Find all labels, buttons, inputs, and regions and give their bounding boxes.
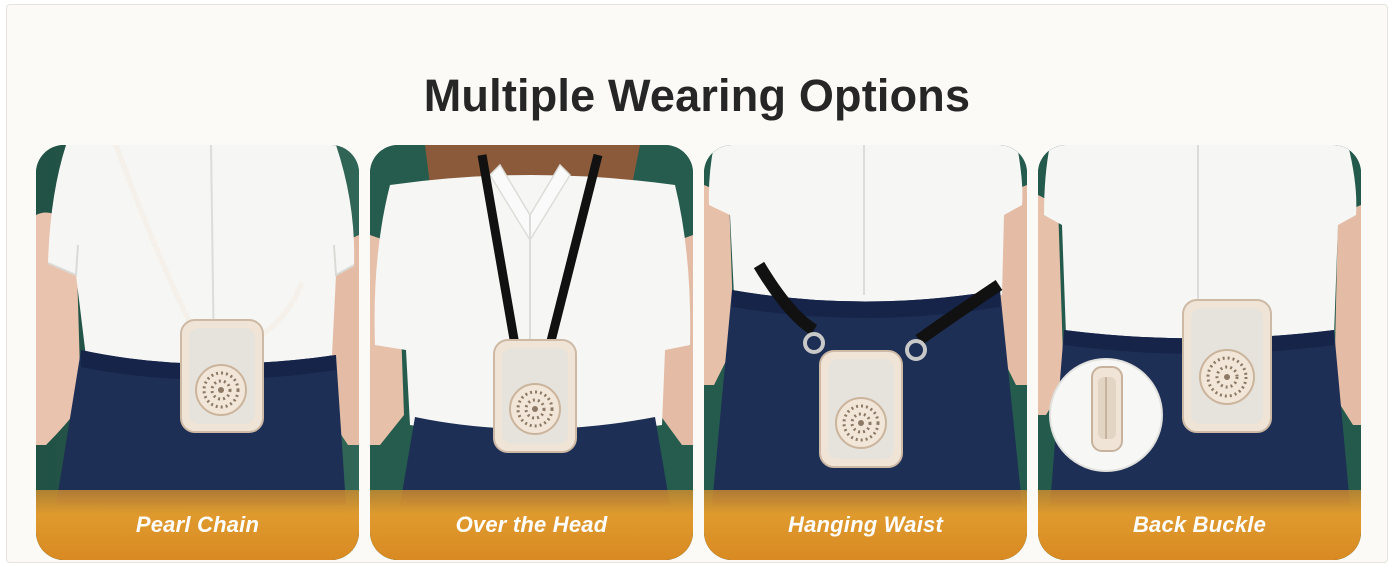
option-label: Pearl Chain bbox=[135, 512, 260, 537]
option-caption: Over the Head bbox=[370, 490, 693, 560]
option-label: Hanging Waist bbox=[788, 512, 943, 537]
option-label: Over the Head bbox=[455, 512, 608, 537]
option-caption: Pearl Chain bbox=[36, 490, 359, 560]
wearing-options: Pearl Chain Over the Head Hanging Waist … bbox=[0, 0, 1394, 567]
option-card-pearl-chain: Pearl Chain bbox=[36, 145, 359, 560]
option-card-hanging-waist: Hanging Waist bbox=[704, 145, 1027, 560]
option-caption: Back Buckle bbox=[1038, 490, 1361, 560]
option-card-back-buckle: Back Buckle bbox=[1038, 145, 1361, 560]
page: Multiple Wearing Options Pearl Chain Ove… bbox=[0, 0, 1394, 567]
option-card-over-the-head: Over the Head bbox=[370, 145, 693, 560]
option-label: Back Buckle bbox=[1132, 512, 1267, 537]
option-caption: Hanging Waist bbox=[704, 490, 1027, 560]
